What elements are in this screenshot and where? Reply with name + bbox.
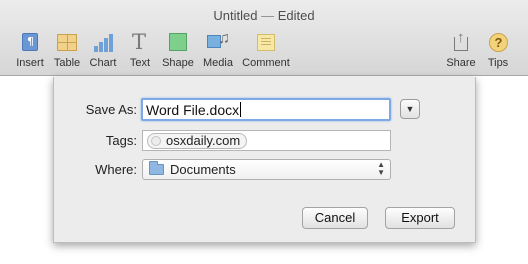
tags-label: Tags: xyxy=(105,133,137,148)
tag-color-icon xyxy=(151,136,161,146)
tips-icon: ? xyxy=(487,33,509,53)
toolbar-tips-label: Tips xyxy=(487,57,509,69)
where-select[interactable]: Documents ▲ ▼ xyxy=(142,159,391,180)
tags-field[interactable]: osxdaily.com xyxy=(142,130,391,151)
folder-icon xyxy=(149,161,164,175)
chevron-down-icon: ▼ xyxy=(405,104,415,114)
toolbar-comment-button[interactable]: Comment xyxy=(236,33,296,69)
document-name: Untitled xyxy=(213,8,258,23)
save-as-label: Save As: xyxy=(85,102,137,117)
comment-icon xyxy=(255,33,277,53)
media-icon: ♫ xyxy=(207,30,230,53)
shape-icon xyxy=(167,33,189,53)
where-label: Where: xyxy=(95,162,137,177)
toolbar-comment-label: Comment xyxy=(242,57,290,69)
tag-label: osxdaily.com xyxy=(166,133,241,148)
save-sheet: Save As: Word File.docx ▼ Tags: osxdaily… xyxy=(53,77,476,243)
save-as-value: Word File.docx xyxy=(146,102,240,118)
tag-token[interactable]: osxdaily.com xyxy=(147,133,247,149)
document-status: Edited xyxy=(277,8,315,23)
title-separator: — xyxy=(261,8,275,23)
where-value: Documents xyxy=(170,162,236,177)
document-canvas-right xyxy=(476,77,528,264)
document-canvas-left xyxy=(0,77,53,264)
window-title: Untitled — Edited xyxy=(0,8,528,23)
up-down-arrows-icon: ▲ ▼ xyxy=(377,160,385,177)
cancel-button[interactable]: Cancel xyxy=(302,207,368,229)
expand-dialog-button[interactable]: ▼ xyxy=(400,99,420,119)
save-as-input[interactable]: Word File.docx xyxy=(141,98,391,121)
window-toolbar: Untitled — Edited ¶ Insert Table Chart T… xyxy=(0,0,528,76)
text-caret xyxy=(240,102,242,117)
export-button[interactable]: Export xyxy=(385,207,455,229)
toolbar-tips-button[interactable]: ? Tips xyxy=(468,33,528,69)
